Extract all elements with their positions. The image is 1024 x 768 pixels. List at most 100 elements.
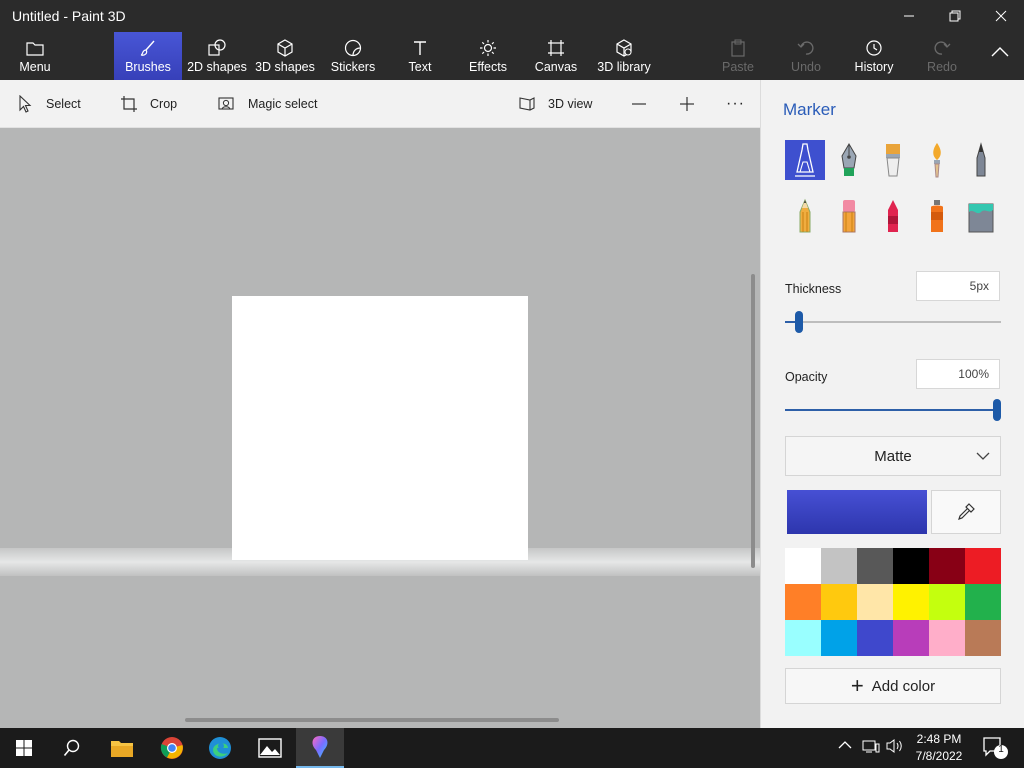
windows-logo-icon [16,740,32,756]
eyedropper-button[interactable] [931,490,1001,534]
select-label: Select [46,97,81,111]
undo-label: Undo [791,60,821,74]
thickness-label: Thickness [785,282,842,296]
ribbon: Menu Brushes 2D shapes 3D shapes Sticker… [0,32,1024,80]
menu-button[interactable]: Menu [10,32,60,80]
notification-center-button[interactable]: 1 [982,736,1010,763]
finish-dropdown[interactable]: Matte [785,436,1001,476]
tool-watercolor[interactable] [917,140,957,180]
title-bar: Untitled - Paint 3D [0,0,1024,32]
pencil-icon [799,198,811,233]
palette-swatch[interactable] [785,548,821,584]
palette-swatch[interactable] [929,620,965,656]
select-button[interactable]: Select [14,92,81,116]
palette-swatch[interactable] [857,620,893,656]
network-button[interactable] [862,738,880,757]
close-button[interactable] [978,0,1024,32]
taskbar-photos[interactable] [246,728,294,768]
palette-swatch[interactable] [893,548,929,584]
search-button[interactable] [48,728,96,768]
crop-button[interactable]: Crop [118,92,177,116]
history-button[interactable]: History [852,32,896,80]
palette-swatch[interactable] [785,584,821,620]
horizontal-scrollbar[interactable] [185,718,559,722]
volume-icon [886,739,902,753]
tool-spray-can[interactable] [917,196,957,236]
minimize-button[interactable] [886,0,932,32]
palette-swatch[interactable] [929,584,965,620]
system-clock[interactable]: 2:48 PM 7/8/2022 [908,731,970,765]
drawing-canvas[interactable] [232,296,528,560]
show-hidden-icons-button[interactable] [838,738,852,755]
palette-swatch[interactable] [965,548,1001,584]
3d-view-label: 3D view [548,97,593,111]
palette-swatch[interactable] [893,584,929,620]
thickness-slider-track[interactable] [785,321,1001,323]
volume-button[interactable] [886,738,904,757]
watercolor-brush-icon [933,143,941,178]
opacity-label: Opacity [785,370,828,384]
tool-fill-bucket[interactable] [961,196,1001,236]
tab-3d-shapes[interactable]: 3D shapes [254,32,316,80]
close-icon [995,10,1007,22]
oil-brush-icon [886,144,900,177]
taskbar-paint3d[interactable] [296,728,344,768]
tab-canvas[interactable]: Canvas [534,32,578,80]
tool-pencil[interactable] [785,196,825,236]
taskbar-chrome[interactable] [148,728,196,768]
tab-text[interactable]: Text [400,32,440,80]
palette-swatch[interactable] [785,620,821,656]
palette-swatch[interactable] [965,620,1001,656]
tool-oil-brush[interactable] [873,140,913,180]
redo-button[interactable]: Redo [924,32,960,80]
taskbar: 2:48 PM 7/8/2022 1 [0,728,1024,768]
palette-swatch[interactable] [929,548,965,584]
magic-select-label: Magic select [248,97,318,111]
magic-select-button[interactable]: Magic select [216,92,317,116]
taskbar-edge[interactable] [196,728,244,768]
clock-time: 2:48 PM [916,732,962,746]
tab-effects[interactable]: Effects [466,32,510,80]
palette-swatch[interactable] [965,584,1001,620]
palette-swatch[interactable] [893,620,929,656]
palette-swatch[interactable] [821,620,857,656]
tool-eraser[interactable] [829,196,869,236]
zoom-in-button[interactable] [678,92,696,116]
palette-swatch[interactable] [821,548,857,584]
tool-marker[interactable] [785,140,825,180]
restore-button[interactable] [932,0,978,32]
tab-3d-library[interactable]: 3D library [596,32,652,80]
thickness-input[interactable]: 5px [916,271,1000,301]
workspace[interactable] [0,128,760,728]
current-color-swatch[interactable] [787,490,927,534]
undo-button[interactable]: Undo [788,32,824,80]
opacity-slider-thumb[interactable] [993,399,1001,421]
paste-button[interactable]: Paste [720,32,756,80]
start-button[interactable] [0,728,48,768]
palette-swatch[interactable] [857,548,893,584]
tool-pixel-pen[interactable] [961,140,1001,180]
tab-2d-shapes[interactable]: 2D shapes [186,32,248,80]
panel-title: Marker [783,100,836,119]
thickness-slider-thumb[interactable] [795,311,804,333]
add-color-label: Add color [871,677,936,695]
3d-view-button[interactable]: 3D view [516,92,592,116]
vertical-scrollbar[interactable] [751,274,755,568]
color-palette [785,548,1001,656]
3d-library-icon [616,39,632,57]
taskbar-file-explorer[interactable] [98,728,146,768]
network-icon [862,740,880,753]
tab-2d-shapes-label: 2D shapes [187,60,247,74]
opacity-input[interactable]: 100% [916,359,1000,389]
palette-swatch[interactable] [857,584,893,620]
more-options-icon: ··· [726,95,745,112]
more-options-button[interactable]: ··· [726,92,745,116]
tab-brushes[interactable]: Brushes [114,32,182,80]
palette-swatch[interactable] [821,584,857,620]
tool-calligraphy-pen[interactable] [829,140,869,180]
tab-stickers[interactable]: Stickers [328,32,378,80]
tool-crayon[interactable] [873,196,913,236]
zoom-out-button[interactable] [630,92,648,116]
add-color-button[interactable]: + Add color [785,668,1001,704]
collapse-ribbon-button[interactable] [980,32,1020,80]
